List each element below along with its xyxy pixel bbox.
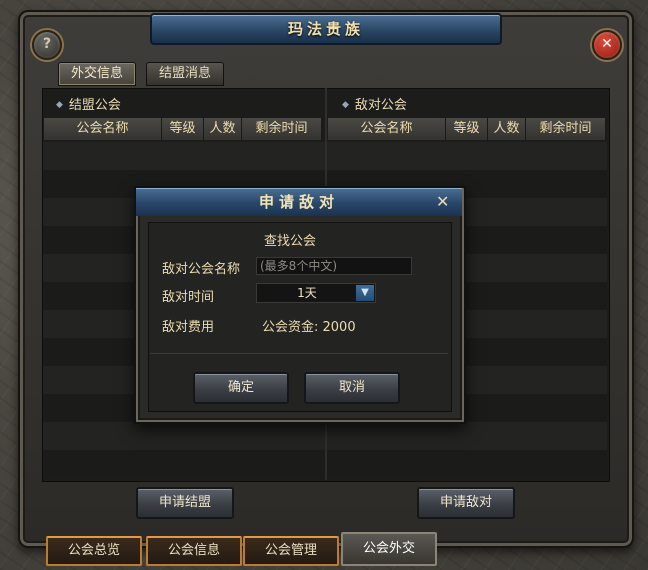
close-icon[interactable]: ✕ — [592, 30, 622, 60]
confirm-button[interactable]: 确定 — [193, 372, 289, 404]
apply-hostile-button[interactable]: 申请敌对 — [417, 487, 515, 519]
column-header-level[interactable]: 等级 — [446, 118, 488, 140]
dialog-divider — [150, 353, 448, 354]
alliance-table-header: 公会名称 等级 人数 剩余时间 — [44, 118, 322, 140]
apply-alliance-button[interactable]: 申请结盟 — [136, 487, 234, 519]
alliance-section-label: 结盟公会 — [68, 98, 121, 113]
hostile-section-title: ◆ 敌对公会 — [342, 94, 407, 113]
tab-guild-diplomacy[interactable]: 公会外交 — [341, 532, 437, 566]
hostile-cost-label: 敌对费用 — [162, 320, 215, 335]
cancel-button[interactable]: 取消 — [304, 372, 400, 404]
column-header-guild-name[interactable]: 公会名称 — [44, 118, 162, 140]
hostile-section-label: 敌对公会 — [354, 98, 407, 113]
hostile-time-value: 1天 — [297, 286, 317, 300]
hostile-time-select[interactable]: 1天 ▼ — [256, 283, 376, 303]
help-icon[interactable]: ? — [32, 30, 62, 60]
column-header-time-left[interactable]: 剩余时间 — [242, 118, 322, 140]
hostile-cost-value: 公会资金: 2000 — [262, 320, 356, 335]
tab-guild-management[interactable]: 公会管理 — [243, 536, 339, 566]
tab-diplomacy-info[interactable]: 外交信息 — [58, 62, 137, 86]
dialog-title: 申请敌对 — [136, 188, 462, 216]
tab-alliance-messages[interactable]: 结盟消息 — [146, 62, 225, 86]
column-header-members[interactable]: 人数 — [204, 118, 242, 140]
hostile-time-label: 敌对时间 — [162, 290, 215, 305]
column-header-level[interactable]: 等级 — [162, 118, 204, 140]
hostile-guild-name-label: 敌对公会名称 — [162, 262, 241, 277]
hostile-table-header: 公会名称 等级 人数 剩余时间 — [328, 118, 606, 140]
column-header-members[interactable]: 人数 — [488, 118, 526, 140]
column-header-guild-name[interactable]: 公会名称 — [328, 118, 446, 140]
tab-guild-info[interactable]: 公会信息 — [146, 536, 242, 566]
column-header-time-left[interactable]: 剩余时间 — [526, 118, 606, 140]
hostile-guild-name-input[interactable] — [256, 257, 412, 275]
diamond-icon: ◆ — [342, 100, 349, 110]
chevron-down-icon[interactable]: ▼ — [356, 285, 374, 301]
alliance-section-title: ◆ 结盟公会 — [56, 94, 121, 113]
dialog-subtitle: 查找公会 — [264, 234, 317, 249]
close-icon[interactable]: ✕ — [436, 192, 449, 211]
tab-guild-overview[interactable]: 公会总览 — [46, 536, 142, 566]
diamond-icon: ◆ — [56, 100, 63, 110]
window-title: 玛法贵族 — [150, 13, 502, 45]
